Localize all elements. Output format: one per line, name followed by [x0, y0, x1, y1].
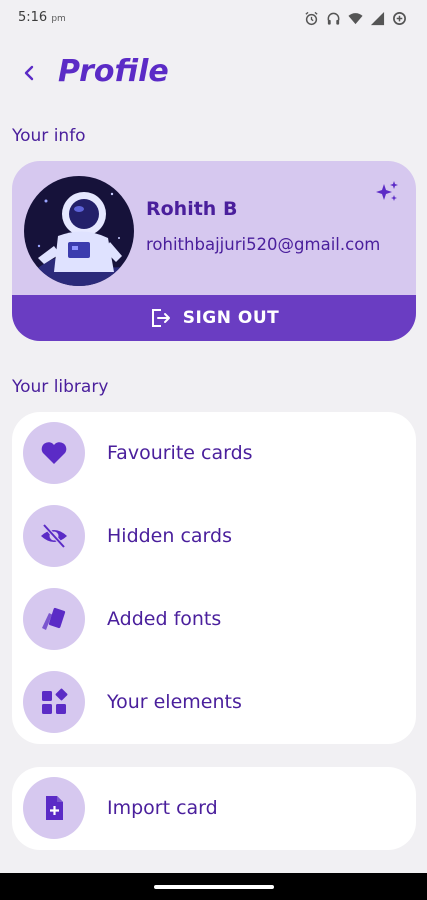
- status-icons: [304, 10, 407, 26]
- file-add-icon: [46, 796, 63, 820]
- user-name: Rohith B: [146, 198, 238, 220]
- font-cards-icon: [42, 607, 66, 630]
- logout-icon: [151, 309, 170, 327]
- astronaut-avatar-image: [24, 176, 134, 286]
- home-gesture-handle[interactable]: [154, 885, 274, 889]
- edit-profile-button[interactable]: [374, 179, 400, 205]
- sign-out-button[interactable]: SIGN OUT: [12, 295, 416, 341]
- shapes-icon: [42, 688, 68, 714]
- library-item-added-fonts[interactable]: Added fonts: [12, 583, 416, 655]
- data-saver-icon: [393, 11, 406, 25]
- hidden-icon-circle: [23, 505, 85, 567]
- alarm-icon: [305, 11, 318, 25]
- system-nav-bar: [0, 873, 427, 900]
- page-title: Profile: [58, 54, 169, 89]
- import-card-label: Import card: [107, 797, 218, 819]
- section-label-your-library: Your library: [12, 377, 109, 397]
- status-time-ampm: pm: [51, 14, 66, 24]
- library-item-label: Hidden cards: [107, 525, 232, 547]
- sparkle-icon: [376, 181, 398, 201]
- header: Profile: [0, 52, 427, 98]
- avatar[interactable]: [24, 176, 134, 286]
- wifi-icon: [348, 12, 363, 24]
- library-item-hidden-cards[interactable]: Hidden cards: [12, 500, 416, 572]
- signal-icon: [370, 11, 385, 25]
- library-item-label: Your elements: [107, 691, 242, 713]
- back-button[interactable]: [14, 58, 44, 88]
- status-bar: 5:16 pm: [0, 0, 427, 36]
- user-email: rohithbajjuri520@gmail.com: [146, 235, 381, 254]
- back-chevron-icon: [24, 65, 34, 81]
- library-card: Favourite cards Hidden cards Added fonts: [12, 412, 416, 744]
- import-card: Import card: [12, 767, 416, 850]
- section-label-your-info: Your info: [12, 126, 86, 146]
- import-icon-circle: [23, 777, 85, 839]
- fonts-icon-circle: [23, 588, 85, 650]
- library-item-favourite-cards[interactable]: Favourite cards: [12, 417, 416, 489]
- heart-icon: [41, 442, 67, 464]
- status-time-value: 5:16: [18, 10, 48, 25]
- elements-icon-circle: [23, 671, 85, 733]
- sign-out-label: SIGN OUT: [182, 308, 280, 328]
- headphones-icon: [327, 12, 340, 25]
- favourite-icon-circle: [23, 422, 85, 484]
- library-item-label: Favourite cards: [107, 442, 253, 464]
- profile-card: Rohith B rohithbajjuri520@gmail.com SIGN…: [12, 161, 416, 341]
- status-time: 5:16 pm: [18, 10, 66, 25]
- import-card-button[interactable]: Import card: [12, 772, 416, 844]
- library-item-your-elements[interactable]: Your elements: [12, 666, 416, 738]
- eye-off-icon: [41, 523, 67, 549]
- library-item-label: Added fonts: [107, 608, 222, 630]
